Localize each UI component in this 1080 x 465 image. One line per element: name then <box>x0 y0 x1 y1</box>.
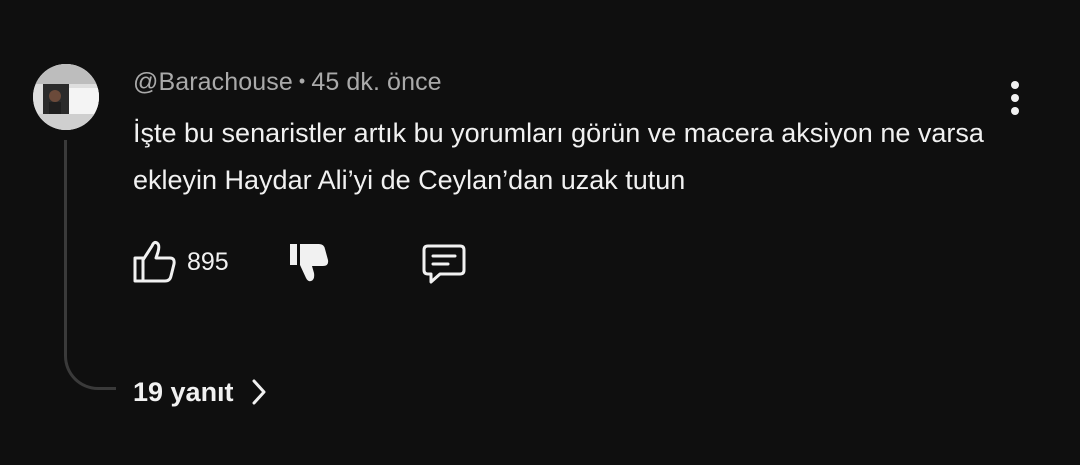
thumbs-down-icon <box>290 244 329 282</box>
meta-separator: • <box>298 71 306 91</box>
author-handle[interactable]: @Barachouse <box>133 68 293 96</box>
avatar[interactable] <box>33 64 99 130</box>
thumbs-up-icon <box>133 240 176 283</box>
comment-timestamp: 45 dk. önce <box>311 68 442 96</box>
comment-meta: @Barachouse • 45 dk. önce <box>133 68 442 97</box>
reply-button[interactable] <box>420 240 468 288</box>
thread-connector-line <box>64 140 116 390</box>
view-replies-button[interactable]: 19 yanıt <box>133 372 270 412</box>
dislike-button[interactable] <box>286 238 334 286</box>
more-options-button[interactable] <box>998 76 1032 120</box>
like-count: 895 <box>187 248 229 276</box>
comment-text: İşte bu senaristler artık bu yorumları g… <box>133 118 984 195</box>
avatar-image <box>33 64 99 130</box>
vertical-dots-icon <box>1011 81 1019 115</box>
like-button[interactable] <box>130 236 182 288</box>
chevron-right-icon <box>252 379 266 405</box>
comment-bubble-icon <box>422 244 466 284</box>
comment-thread: @Barachouse • 45 dk. önce İşte bu senarist… <box>0 0 1080 465</box>
replies-count-label: 19 yanıt <box>133 376 234 407</box>
